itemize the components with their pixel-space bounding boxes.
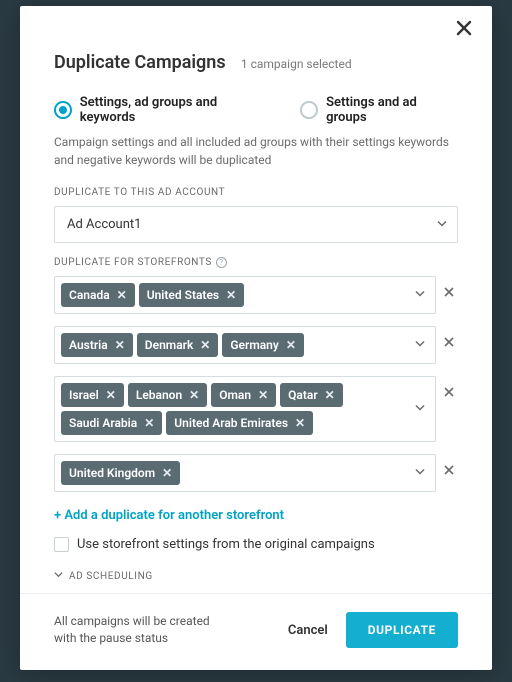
tag-remove-icon[interactable]: ✕ bbox=[325, 389, 335, 401]
radio-button-icon bbox=[54, 101, 72, 119]
duplicate-mode-radio-group: Settings, ad groups and keywords Setting… bbox=[54, 95, 458, 125]
radio-button-icon bbox=[300, 101, 318, 119]
radio-label: Settings and ad groups bbox=[326, 95, 458, 125]
selected-account-value: Ad Account1 bbox=[67, 217, 141, 232]
tag-label: United States bbox=[147, 288, 219, 302]
duplicate-campaigns-modal: Duplicate Campaigns 1 campaign selected … bbox=[20, 6, 492, 670]
modal-body: Duplicate Campaigns 1 campaign selected … bbox=[20, 6, 492, 593]
storefront-tag[interactable]: Lebanon ✕ bbox=[128, 383, 207, 407]
tag-label: Israel bbox=[69, 388, 99, 402]
modal-title: Duplicate Campaigns bbox=[54, 52, 226, 73]
storefront-tag[interactable]: United States ✕ bbox=[139, 283, 244, 307]
scheduling-label: AD SCHEDULING bbox=[69, 571, 153, 582]
tag-label: Lebanon bbox=[136, 388, 182, 402]
modal-footer: All campaigns will be created with the p… bbox=[20, 593, 492, 670]
tag-label: Qatar bbox=[288, 388, 318, 402]
storefront-tag[interactable]: Germany ✕ bbox=[222, 333, 304, 357]
tag-remove-icon[interactable]: ✕ bbox=[295, 417, 305, 429]
account-section-label: DUPLICATE TO THIS AD ACCOUNT bbox=[54, 187, 458, 198]
info-icon[interactable]: ? bbox=[216, 257, 227, 268]
chevron-down-icon bbox=[415, 402, 425, 417]
tag-remove-icon[interactable]: ✕ bbox=[258, 389, 268, 401]
tag-label: Canada bbox=[69, 288, 110, 302]
radio-settings-groups-keywords[interactable]: Settings, ad groups and keywords bbox=[54, 95, 272, 125]
chevron-down-icon bbox=[415, 338, 425, 353]
tag-remove-icon[interactable]: ✕ bbox=[115, 339, 125, 351]
storefront-tag[interactable]: Saudi Arabia ✕ bbox=[61, 411, 162, 435]
ad-scheduling-toggle[interactable]: AD SCHEDULING bbox=[54, 570, 458, 582]
ad-account-select[interactable]: Ad Account1 bbox=[54, 206, 458, 243]
remove-row-icon[interactable] bbox=[444, 336, 458, 350]
tag-label: United Kingdom bbox=[69, 466, 155, 480]
chevron-down-icon bbox=[415, 466, 425, 481]
remove-row-icon[interactable] bbox=[444, 386, 458, 400]
tag-label: Oman bbox=[219, 388, 251, 402]
tag-remove-icon[interactable]: ✕ bbox=[117, 289, 127, 301]
remove-row-icon[interactable] bbox=[444, 286, 458, 300]
storefront-tag[interactable]: Austria ✕ bbox=[61, 333, 133, 357]
storefront-multiselect[interactable]: Canada ✕ United States ✕ bbox=[54, 276, 436, 314]
selection-count: 1 campaign selected bbox=[241, 57, 352, 71]
tag-remove-icon[interactable]: ✕ bbox=[226, 289, 236, 301]
tag-label: Germany bbox=[230, 338, 279, 352]
storefront-tag[interactable]: Israel ✕ bbox=[61, 383, 124, 407]
chevron-down-icon bbox=[415, 288, 425, 303]
add-storefront-link[interactable]: + Add a duplicate for another storefront bbox=[54, 508, 284, 523]
storefront-rows: Canada✕United States✕Austria✕Denmark✕Ger… bbox=[54, 276, 458, 492]
chevron-down-icon bbox=[437, 217, 447, 232]
close-icon[interactable] bbox=[456, 20, 478, 42]
storefront-tag[interactable]: United Arab Emirates ✕ bbox=[166, 411, 313, 435]
checkbox-icon bbox=[54, 537, 69, 552]
use-original-settings-checkbox[interactable]: Use storefront settings from the origina… bbox=[54, 537, 458, 552]
tag-remove-icon[interactable]: ✕ bbox=[162, 467, 172, 479]
tag-remove-icon[interactable]: ✕ bbox=[144, 417, 154, 429]
storefront-multiselect[interactable]: Israel✕Lebanon✕Oman✕Qatar✕Saudi Arabia✕U… bbox=[54, 376, 436, 442]
tag-label: Austria bbox=[69, 338, 108, 352]
storefront-row: United Kingdom ✕ bbox=[54, 454, 458, 492]
tag-remove-icon[interactable]: ✕ bbox=[106, 389, 116, 401]
storefronts-section-label: DUPLICATE FOR STOREFRONTS ? bbox=[54, 257, 458, 268]
tag-label: Denmark bbox=[145, 338, 194, 352]
storefront-row: Israel✕Lebanon✕Oman✕Qatar✕Saudi Arabia✕U… bbox=[54, 376, 458, 442]
storefront-row: Canada ✕ United States ✕ bbox=[54, 276, 458, 314]
storefront-tag[interactable]: Canada ✕ bbox=[61, 283, 135, 307]
tag-remove-icon[interactable]: ✕ bbox=[189, 389, 199, 401]
tag-label: United Arab Emirates bbox=[174, 416, 288, 430]
cancel-button[interactable]: Cancel bbox=[288, 623, 328, 638]
mode-description: Campaign settings and all included ad gr… bbox=[54, 133, 458, 169]
tag-label: Saudi Arabia bbox=[69, 416, 137, 430]
radio-settings-groups[interactable]: Settings and ad groups bbox=[300, 95, 458, 125]
footer-note: All campaigns will be created with the p… bbox=[54, 613, 234, 647]
radio-label: Settings, ad groups and keywords bbox=[80, 95, 273, 125]
checkbox-label: Use storefront settings from the origina… bbox=[77, 537, 375, 552]
storefront-multiselect[interactable]: Austria ✕ Denmark ✕ Germany ✕ bbox=[54, 326, 436, 364]
tag-remove-icon[interactable]: ✕ bbox=[286, 339, 296, 351]
remove-row-icon[interactable] bbox=[444, 464, 458, 478]
chevron-down-icon bbox=[54, 570, 63, 582]
tag-remove-icon[interactable]: ✕ bbox=[200, 339, 210, 351]
storefront-multiselect[interactable]: United Kingdom ✕ bbox=[54, 454, 436, 492]
storefront-tag[interactable]: United Kingdom ✕ bbox=[61, 461, 180, 485]
storefront-tag[interactable]: Oman ✕ bbox=[211, 383, 276, 407]
storefront-tag[interactable]: Denmark ✕ bbox=[137, 333, 219, 357]
storefront-row: Austria ✕ Denmark ✕ Germany ✕ bbox=[54, 326, 458, 364]
storefront-tag[interactable]: Qatar ✕ bbox=[280, 383, 343, 407]
duplicate-button[interactable]: DUPLICATE bbox=[346, 612, 458, 648]
